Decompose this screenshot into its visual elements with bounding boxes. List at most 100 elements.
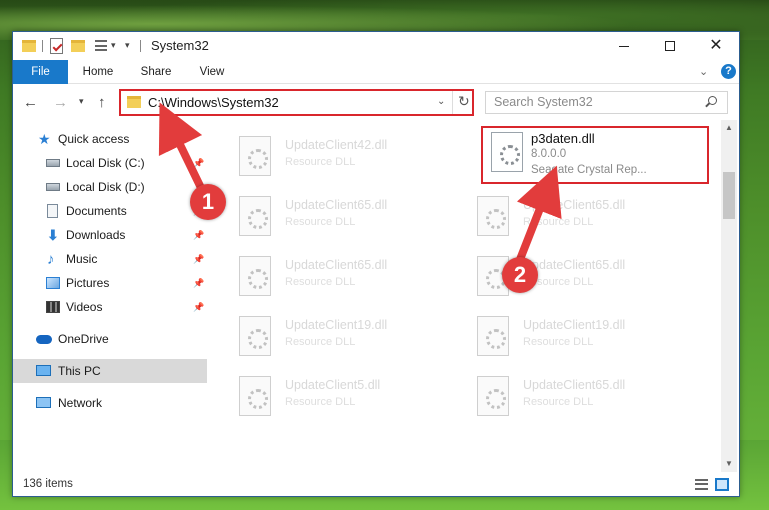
scroll-up-icon[interactable]: ▲ xyxy=(725,123,733,132)
onedrive-icon xyxy=(36,335,52,344)
dll-file-icon xyxy=(239,256,271,296)
file-item[interactable]: UpdateClient42.dll Resource DLL xyxy=(229,130,449,182)
pin-icon[interactable]: 📌 xyxy=(193,278,204,289)
this-pc-icon xyxy=(36,365,51,376)
sidebar-item-label: OneDrive xyxy=(58,332,109,346)
sidebar-item-onedrive[interactable]: OneDrive xyxy=(13,327,207,351)
properties-icon[interactable] xyxy=(50,38,63,54)
file-list: UpdateClient42.dll Resource DLL UpdateCl… xyxy=(219,120,719,472)
tab-share[interactable]: Share xyxy=(133,60,179,84)
minimize-icon xyxy=(619,45,629,47)
window-title: System32 xyxy=(151,38,209,53)
minimize-button[interactable] xyxy=(601,32,647,60)
file-item[interactable]: UpdateClient19.dll Resource DLL xyxy=(229,310,449,362)
dll-file-icon xyxy=(239,376,271,416)
file-item[interactable]: UpdateClient65.dll Resource DLL xyxy=(467,250,687,302)
sidebar-item-this-pc[interactable]: This PC xyxy=(13,359,207,383)
address-bar[interactable]: C:\Windows\System32 ⌄ ↻ xyxy=(119,89,474,116)
folder-icon xyxy=(22,40,36,52)
new-folder-icon[interactable] xyxy=(71,40,85,52)
file-name: UpdateClient65.dll xyxy=(285,198,388,212)
maximize-button[interactable] xyxy=(647,32,693,60)
scroll-down-icon[interactable]: ▼ xyxy=(725,459,733,468)
sidebar-item-label: Downloads xyxy=(66,228,126,242)
sidebar-item-local-disk-c[interactable]: Local Disk (C:) 📌 xyxy=(13,151,207,175)
search-icon[interactable] xyxy=(708,96,717,105)
scrollbar-thumb[interactable] xyxy=(723,172,735,219)
sidebar-item-downloads[interactable]: ⬇ Downloads 📌 xyxy=(13,223,207,247)
tab-view[interactable]: View xyxy=(190,60,234,84)
sidebar-item-documents[interactable]: Documents 📌 xyxy=(13,199,207,223)
disk-icon xyxy=(46,159,60,167)
close-icon: ✕ xyxy=(709,37,723,54)
file-item[interactable]: UpdateClient65.dll Resource DLL xyxy=(467,190,687,242)
up-button[interactable]: ↑ xyxy=(98,94,106,111)
vertical-scrollbar[interactable]: ▲ ▼ xyxy=(721,120,737,472)
pin-icon[interactable]: 📌 xyxy=(193,158,204,169)
customize-toolbar-icon[interactable]: ▾ xyxy=(125,40,130,56)
tab-file[interactable]: File xyxy=(13,60,68,84)
close-button[interactable]: ✕ xyxy=(693,32,739,60)
details-view-icon[interactable] xyxy=(695,479,708,490)
file-name: UpdateClient65.dll xyxy=(285,258,388,272)
forward-button[interactable]: → xyxy=(53,94,68,111)
star-icon: ★ xyxy=(38,130,51,147)
file-item[interactable]: UpdateClient65.dll Resource DLL xyxy=(229,190,449,242)
file-description: Seagate Crystal Rep... xyxy=(531,164,647,176)
tab-home[interactable]: Home xyxy=(75,60,121,84)
divider xyxy=(140,40,141,52)
step-2-badge: 2 xyxy=(502,257,538,293)
file-item[interactable]: UpdateClient5.dll Resource DLL xyxy=(229,370,449,422)
file-item[interactable]: UpdateClient65.dll Resource DLL xyxy=(229,250,449,302)
chevron-down-icon[interactable]: ▾ xyxy=(111,40,116,56)
back-button[interactable]: ← xyxy=(23,94,38,111)
file-name: UpdateClient42.dll xyxy=(285,138,388,152)
file-item[interactable]: UpdateClient65.dll Resource DLL xyxy=(467,370,687,422)
sidebar-item-network[interactable]: Network xyxy=(13,391,207,415)
chevron-down-icon[interactable]: ⌄ xyxy=(437,96,445,107)
sidebar-item-label: Quick access xyxy=(58,132,130,146)
dll-file-icon xyxy=(477,376,509,416)
recent-locations-button[interactable]: ▾ xyxy=(79,96,84,107)
ribbon-tabs: File Home Share View ⌄ ? xyxy=(13,60,739,84)
downloads-icon: ⬇ xyxy=(47,226,59,243)
dll-file-icon xyxy=(477,196,509,236)
file-item[interactable]: UpdateClient19.dll Resource DLL xyxy=(467,310,687,362)
sidebar-item-videos[interactable]: Videos 📌 xyxy=(13,295,207,319)
search-placeholder: Search System32 xyxy=(494,95,593,109)
file-name: UpdateClient65.dll xyxy=(523,198,626,212)
file-type: Resource DLL xyxy=(285,156,356,168)
sidebar-item-label: Videos xyxy=(66,300,103,314)
pin-icon[interactable]: 📌 xyxy=(193,230,204,241)
file-name: p3daten.dll xyxy=(531,131,595,146)
sidebar-item-label: Pictures xyxy=(66,276,110,290)
navigation-pane: ★ Quick access Local Disk (C:) 📌 Local D… xyxy=(13,120,207,472)
documents-icon xyxy=(47,204,58,218)
expand-ribbon-icon[interactable]: ⌄ xyxy=(699,65,708,78)
sidebar-item-label: Local Disk (D:) xyxy=(66,180,145,194)
divider xyxy=(452,91,453,114)
file-type: Resource DLL xyxy=(523,336,594,348)
videos-icon xyxy=(46,301,60,313)
file-name: UpdateClient19.dll xyxy=(285,318,388,332)
address-path[interactable]: C:\Windows\System32 xyxy=(148,95,279,110)
search-input[interactable]: Search System32 xyxy=(485,91,728,114)
file-item-p3daten[interactable]: p3daten.dll 8.0.0.0 Seagate Crystal Rep.… xyxy=(481,126,709,184)
dll-file-icon xyxy=(239,136,271,176)
tiles-view-icon[interactable] xyxy=(715,478,729,491)
music-icon: ♪ xyxy=(47,250,55,268)
maximize-icon xyxy=(665,41,675,51)
navigation-bar: ← → ▾ ↑ C:\Windows\System32 ⌄ ↻ Search S… xyxy=(13,84,739,120)
help-icon[interactable]: ? xyxy=(721,64,736,79)
pin-icon[interactable]: 📌 xyxy=(193,254,204,265)
refresh-icon[interactable]: ↻ xyxy=(458,93,470,110)
pin-icon[interactable]: 📌 xyxy=(193,302,204,313)
dll-file-icon xyxy=(239,316,271,356)
sidebar-item-label: Local Disk (C:) xyxy=(66,156,145,170)
sidebar-item-local-disk-d[interactable]: Local Disk (D:) xyxy=(13,175,207,199)
sidebar-item-pictures[interactable]: Pictures 📌 xyxy=(13,271,207,295)
sidebar-item-label: This PC xyxy=(58,364,101,378)
view-options-icon[interactable] xyxy=(95,40,107,51)
sidebar-item-quick-access[interactable]: ★ Quick access xyxy=(13,127,207,151)
sidebar-item-music[interactable]: ♪ Music 📌 xyxy=(13,247,207,271)
